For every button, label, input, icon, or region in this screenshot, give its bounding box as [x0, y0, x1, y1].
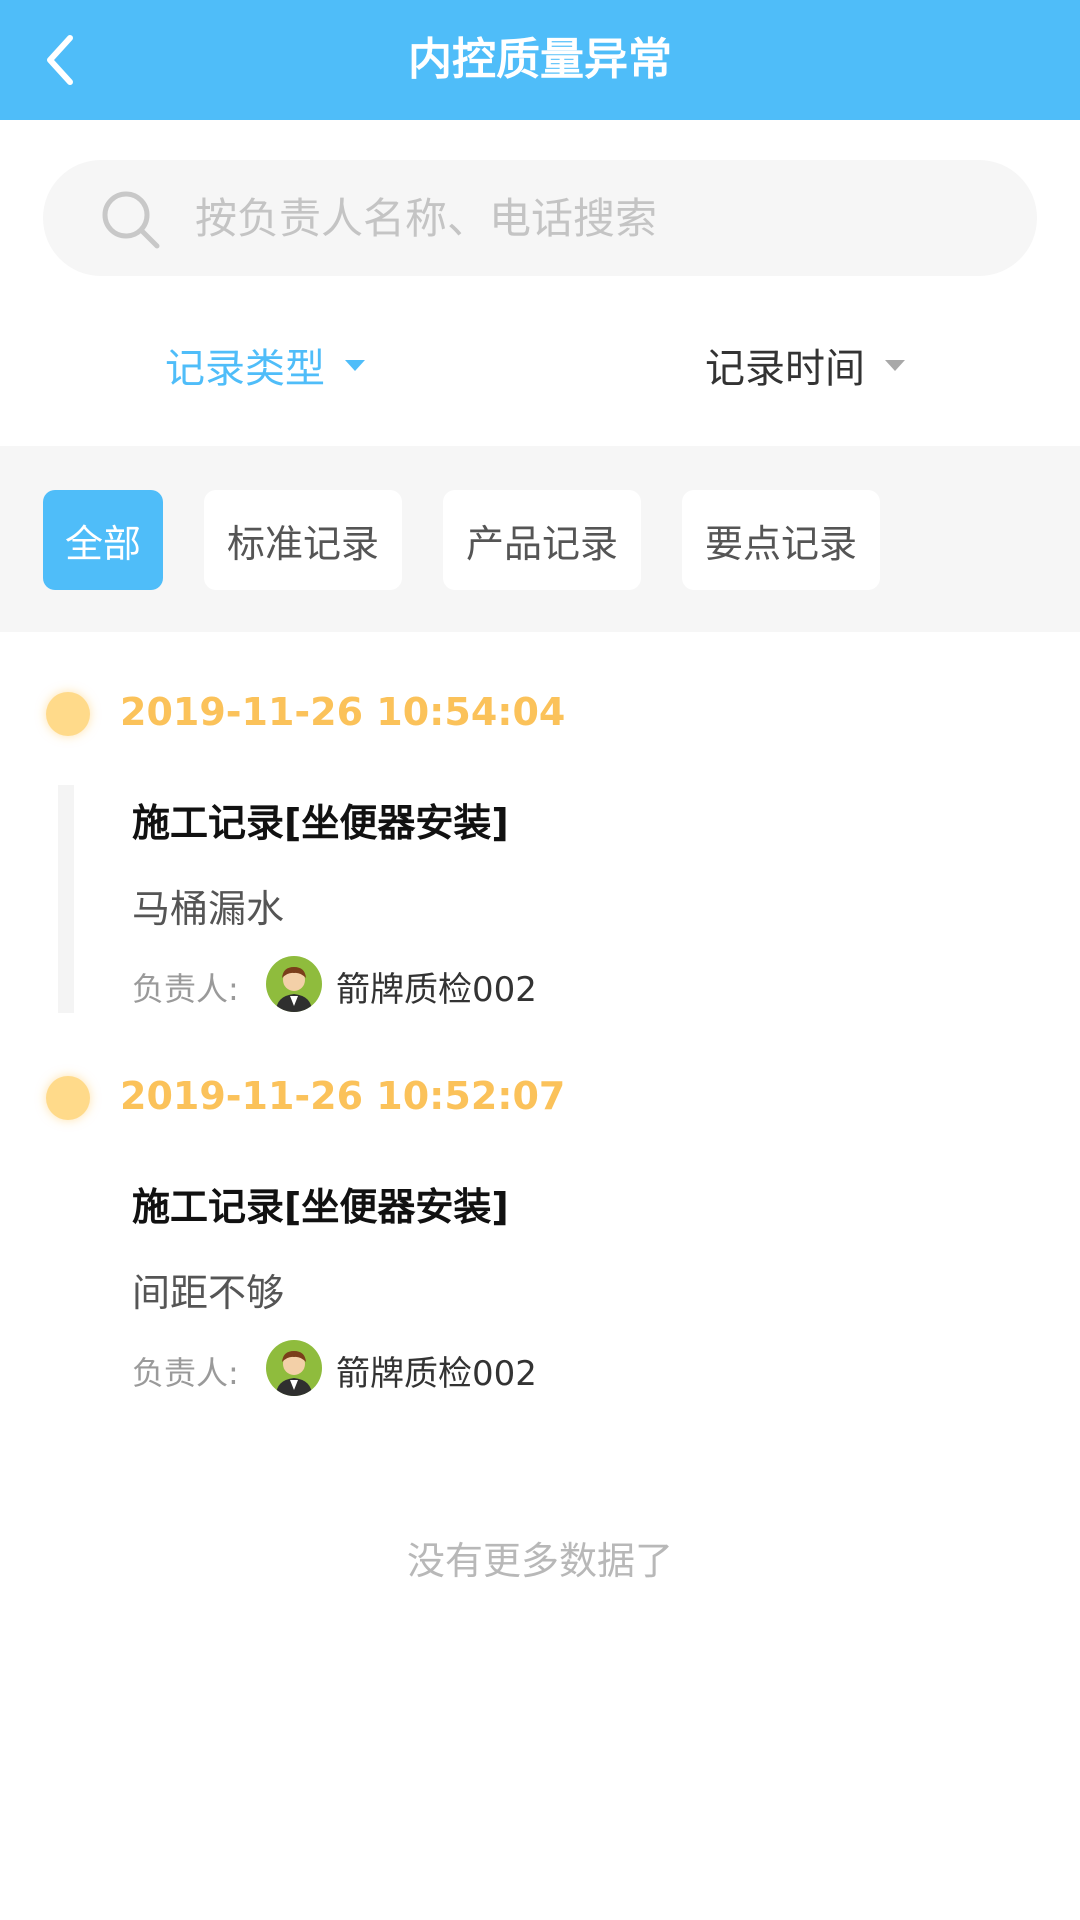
category-chip-product[interactable]: 产品记录: [443, 490, 641, 590]
record-time-label: 记录时间: [705, 346, 865, 392]
owner-label: 负责人:: [132, 1354, 239, 1392]
search-icon: [102, 191, 160, 249]
filter-bar: 记录类型 记录时间: [0, 300, 1080, 430]
caret-down-icon: [345, 359, 365, 371]
category-chip-keypoint[interactable]: 要点记录: [682, 490, 880, 590]
search-bar[interactable]: [43, 160, 1037, 276]
no-more-data-text: 没有更多数据了: [406, 1539, 673, 1583]
owner-name: 箭牌质检002: [336, 1354, 537, 1394]
owner-name: 箭牌质检002: [336, 970, 537, 1010]
record-title: 施工记录[坐便器安装]: [132, 801, 509, 845]
user-avatar-icon: [276, 1351, 312, 1396]
record-time: 2019-11-26 10:54:04: [120, 690, 566, 734]
record-time: 2019-11-26 10:52:07: [120, 1074, 566, 1118]
record-type-filter[interactable]: 记录类型: [165, 300, 365, 430]
record-description: 间距不够: [132, 1271, 285, 1315]
timeline-line: [58, 785, 74, 1013]
category-chip-all[interactable]: 全部: [43, 490, 163, 590]
record-description: 马桶漏水: [132, 887, 285, 931]
app-header: 内控质量异常: [0, 0, 1080, 120]
record-title: 施工记录[坐便器安装]: [132, 1185, 509, 1229]
record-type-label: 记录类型: [165, 346, 325, 392]
owner-label: 负责人:: [132, 970, 239, 1008]
record-item[interactable]: 2019-11-26 10:54:04 施工记录[坐便器安装] 马桶漏水 负责人…: [0, 680, 1080, 1020]
timeline-dot: [46, 1076, 90, 1120]
record-time-filter[interactable]: 记录时间: [705, 300, 905, 430]
search-input[interactable]: [195, 160, 995, 276]
record-item[interactable]: 2019-11-26 10:52:07 施工记录[坐便器安装] 间距不够 负责人…: [0, 1064, 1080, 1404]
caret-down-icon: [885, 359, 905, 371]
category-tabs: 全部 标准记录 产品记录 要点记录: [0, 446, 1080, 632]
user-avatar-icon: [276, 967, 312, 1012]
category-chip-standard[interactable]: 标准记录: [204, 490, 402, 590]
avatar: [266, 1340, 322, 1396]
avatar: [266, 956, 322, 1012]
timeline-dot: [46, 692, 90, 736]
page-title: 内控质量异常: [408, 34, 672, 85]
